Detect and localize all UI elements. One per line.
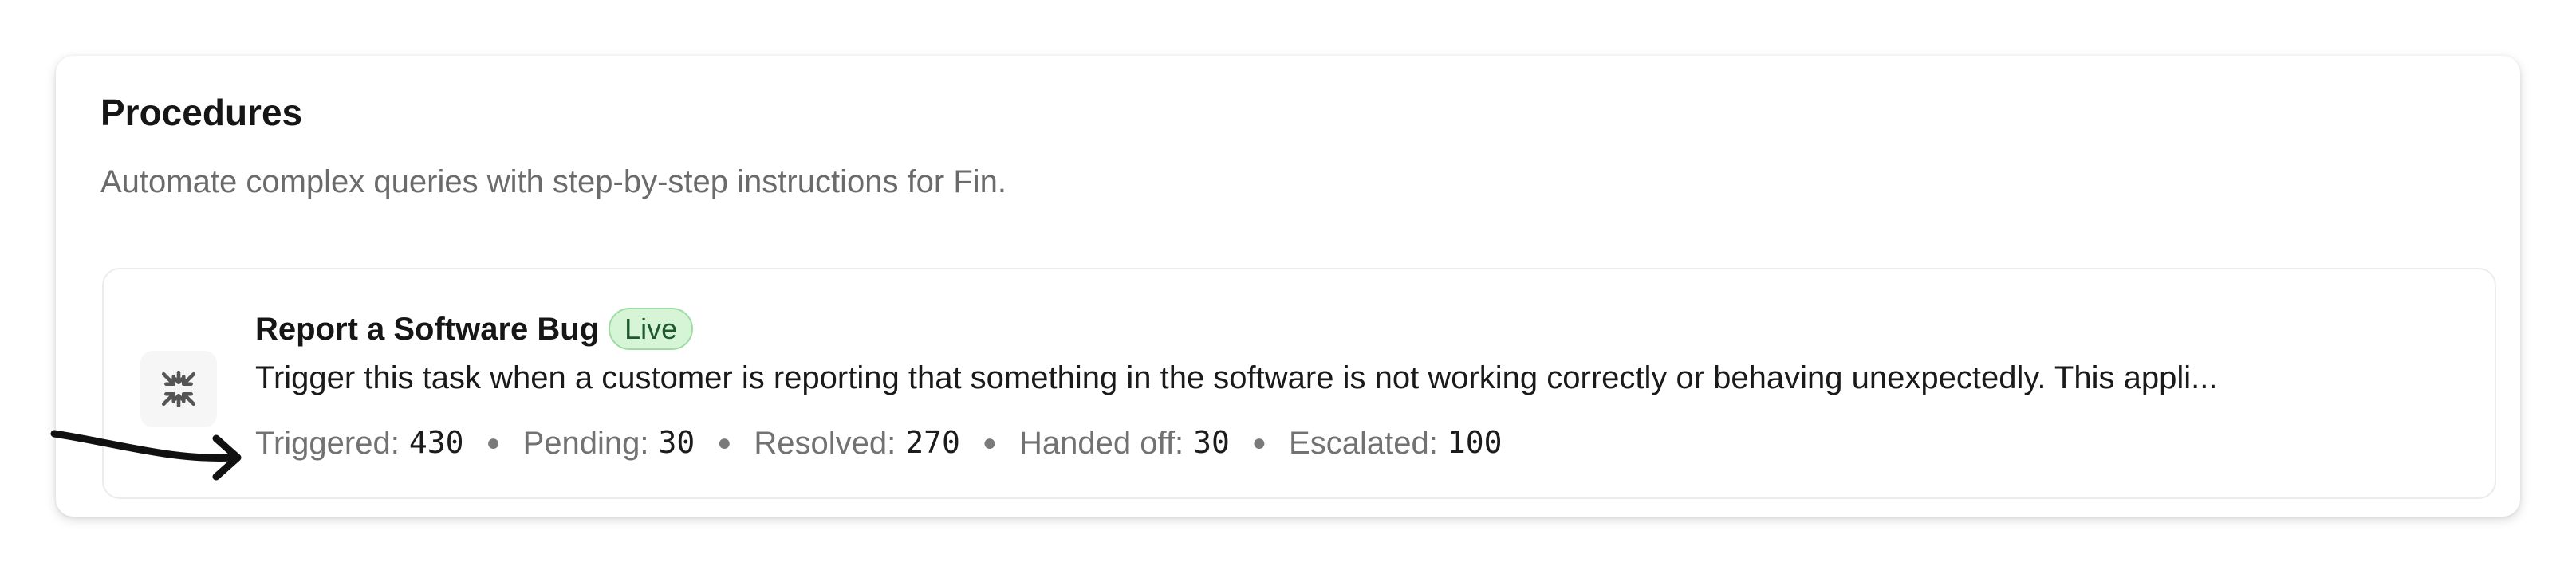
stat-triggered-value: 430	[408, 425, 464, 461]
procedure-description: Trigger this task when a customer is rep…	[255, 360, 2218, 395]
compress-arrows-icon	[140, 351, 217, 427]
stat-pending-label: Pending:	[522, 426, 649, 461]
bullet-separator: ●	[717, 430, 732, 456]
procedure-title-row: Report a Software Bug Live	[255, 308, 694, 351]
stat-handed-off-label: Handed off:	[1019, 426, 1184, 461]
bullet-separator: ●	[982, 430, 998, 456]
panel-subtitle: Automate complex queries with step-by-st…	[100, 164, 1007, 199]
panel-title: Procedures	[100, 92, 303, 133]
procedures-panel: Procedures Automate complex queries with…	[56, 56, 2520, 517]
curved-arrow-icon	[50, 430, 242, 481]
stat-pending-value: 30	[658, 425, 695, 461]
bullet-separator: ●	[1251, 430, 1267, 456]
stat-resolved-label: Resolved:	[754, 426, 896, 461]
procedure-card[interactable]: Report a Software Bug Live Trigger this …	[102, 268, 2496, 499]
status-badge: Live	[609, 308, 694, 351]
procedure-title: Report a Software Bug	[255, 311, 600, 347]
procedure-stats: Triggered: 430 ● Pending: 30 ● Resolved:…	[255, 424, 1502, 462]
bullet-separator: ●	[486, 430, 501, 456]
stat-escalated-label: Escalated:	[1289, 426, 1438, 461]
stat-escalated-value: 100	[1447, 425, 1503, 461]
stat-handed-off-value: 30	[1193, 425, 1230, 461]
stat-resolved-value: 270	[905, 425, 960, 461]
stat-triggered-label: Triggered:	[255, 426, 400, 461]
